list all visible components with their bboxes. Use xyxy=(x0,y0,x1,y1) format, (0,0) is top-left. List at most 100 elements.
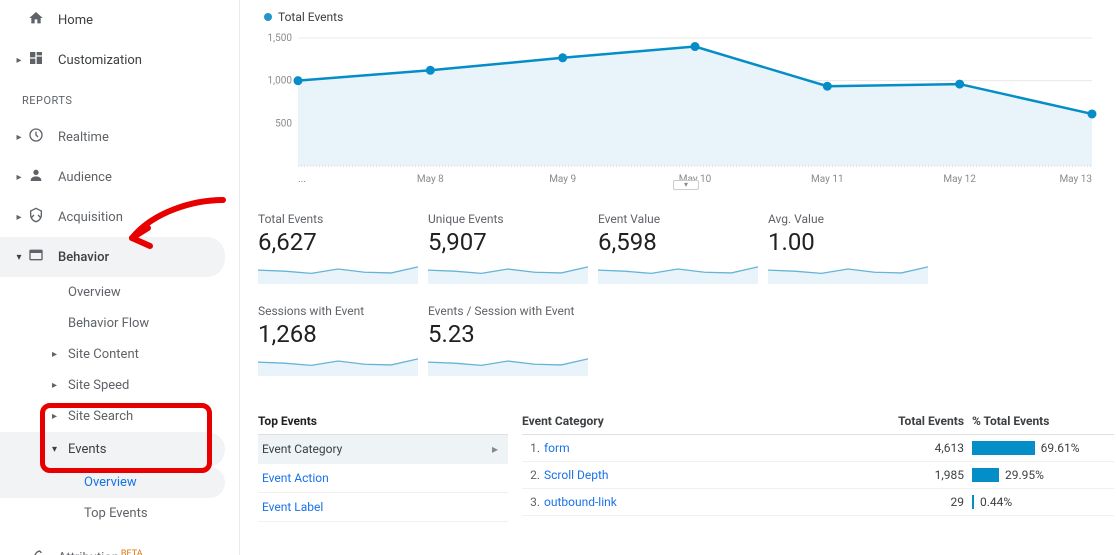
reports-header: REPORTS xyxy=(0,80,239,117)
beta-badge: BETA xyxy=(121,549,143,555)
metric-sessions-with-event[interactable]: Sessions with Event1,268 xyxy=(258,304,418,380)
nav-customization-label: Customization xyxy=(58,53,142,68)
table-row: 3. outbound-link 29 0.44% xyxy=(522,489,1114,516)
dimension-label: Event Action xyxy=(262,471,329,485)
chart-legend[interactable]: Total Events xyxy=(258,0,1114,28)
behavior-icon xyxy=(24,247,48,267)
caret-icon: ▸ xyxy=(52,411,62,422)
sparkline xyxy=(258,260,418,284)
dashboard-icon xyxy=(24,50,48,70)
th-total-events[interactable]: Total Events xyxy=(854,414,964,428)
row-category-link[interactable]: outbound-link xyxy=(544,495,854,509)
svg-text:1,500: 1,500 xyxy=(268,33,293,44)
nav-home[interactable]: Home xyxy=(0,0,239,40)
legend-dot-icon xyxy=(264,13,272,21)
svg-text:...: ... xyxy=(298,174,306,185)
svg-text:May 9: May 9 xyxy=(549,174,576,185)
metric-unique-events[interactable]: Unique Events5,907 xyxy=(428,212,588,288)
dimension-row[interactable]: Event Category ▸ xyxy=(258,435,508,464)
svg-text:May 11: May 11 xyxy=(811,174,844,185)
sub-site-search[interactable]: ▸Site Search xyxy=(0,401,239,432)
sparkline xyxy=(428,260,588,284)
row-index: 3. xyxy=(522,495,544,509)
th-category[interactable]: Event Category xyxy=(522,414,854,428)
nav-behavior[interactable]: ▾ Behavior xyxy=(0,237,225,277)
pct-text: 0.44% xyxy=(980,495,1012,509)
main-content: Total Events 500 1,000 1,500... May 8 May 9 M… xyxy=(240,0,1116,555)
pct-text: 69.61% xyxy=(1041,441,1080,455)
events-table: Event Category Total Events % Total Even… xyxy=(522,408,1114,522)
sub-events[interactable]: ▾Events xyxy=(0,432,225,467)
row-pct: 29.95% xyxy=(964,468,1114,482)
metric-avg-value[interactable]: Avg. Value1.00 xyxy=(768,212,928,288)
caret-icon: ▸ xyxy=(52,349,62,360)
home-icon xyxy=(24,10,48,30)
sparkline xyxy=(598,260,758,284)
nav-audience-label: Audience xyxy=(58,170,112,185)
nav-behavior-label: Behavior xyxy=(58,250,109,265)
caret-down-icon: ▾ xyxy=(52,444,62,455)
svg-text:1,000: 1,000 xyxy=(268,76,293,87)
table-row: 1. form 4,613 69.61% xyxy=(522,435,1114,462)
row-total: 4,613 xyxy=(854,441,964,455)
caret-icon: ▸ xyxy=(14,55,24,66)
nav-attribution[interactable]: AttributionBETA xyxy=(0,537,239,555)
sub-overview[interactable]: Overview xyxy=(0,277,239,308)
nav-audience[interactable]: ▸ Audience xyxy=(0,157,239,197)
nav-acquisition[interactable]: ▸ Acquisition xyxy=(0,197,239,237)
nav-customization[interactable]: ▸ Customization xyxy=(0,40,239,80)
svg-text:May 8: May 8 xyxy=(417,174,444,185)
th-pct-events[interactable]: % Total Events xyxy=(964,414,1114,428)
sub-behavior-flow[interactable]: Behavior Flow xyxy=(0,308,239,339)
row-total: 29 xyxy=(854,495,964,509)
row-category-link[interactable]: Scroll Depth xyxy=(544,468,854,482)
metric-event-value[interactable]: Event Value6,598 xyxy=(598,212,758,288)
dimension-label: Event Label xyxy=(262,500,323,514)
row-category-link[interactable]: form xyxy=(544,441,854,455)
dimension-row[interactable]: Event Action xyxy=(258,464,508,493)
metric-total-events[interactable]: Total Events6,627 xyxy=(258,212,418,288)
row-pct: 69.61% xyxy=(964,441,1114,455)
main-chart[interactable]: 5001,0001,500...May 8May 9May 10May 11Ma… xyxy=(258,28,1114,188)
pct-bar xyxy=(972,495,974,509)
row-index: 1. xyxy=(522,441,544,455)
caret-down-icon: ▾ xyxy=(14,252,24,263)
sub-events-overview[interactable]: Overview xyxy=(0,467,225,498)
sub-events-top[interactable]: Top Events xyxy=(0,498,239,529)
nav-acquisition-label: Acquisition xyxy=(58,210,123,225)
caret-icon: ▸ xyxy=(14,212,24,223)
caret-icon: ▸ xyxy=(52,380,62,391)
nav-realtime[interactable]: ▸ Realtime xyxy=(0,117,239,157)
nav-realtime-label: Realtime xyxy=(58,130,109,145)
sub-site-content[interactable]: ▸Site Content xyxy=(0,339,239,370)
sidebar: Home ▸ Customization REPORTS ▸ Realtime … xyxy=(0,0,240,555)
nav-attribution-label: AttributionBETA xyxy=(58,549,143,555)
person-icon xyxy=(24,167,48,187)
caret-icon: ▸ xyxy=(14,132,24,143)
dimension-selector: Top Events Event Category ▸ Event Action Ev… xyxy=(258,408,508,522)
sparkline xyxy=(428,352,588,376)
chevron-right-icon: ▸ xyxy=(492,442,498,456)
svg-text:May 12: May 12 xyxy=(943,174,976,185)
sub-site-speed[interactable]: ▸Site Speed xyxy=(0,370,239,401)
pct-bar xyxy=(972,441,1035,455)
top-events-header: Top Events xyxy=(258,408,508,435)
pct-bar xyxy=(972,468,999,482)
sparkline xyxy=(768,260,928,284)
acquisition-icon xyxy=(24,207,48,227)
svg-text:500: 500 xyxy=(275,118,292,129)
attribution-icon xyxy=(24,547,48,555)
metric-events-per-session[interactable]: Events / Session with Event5.23 xyxy=(428,304,608,380)
row-index: 2. xyxy=(522,468,544,482)
svg-text:May 13: May 13 xyxy=(1059,174,1092,185)
row-total: 1,985 xyxy=(854,468,964,482)
caret-icon: ▸ xyxy=(14,172,24,183)
table-row: 2. Scroll Depth 1,985 29.95% xyxy=(522,462,1114,489)
pct-text: 29.95% xyxy=(1005,468,1044,482)
row-pct: 0.44% xyxy=(964,495,1114,509)
dimension-row[interactable]: Event Label xyxy=(258,493,508,522)
dimension-label: Event Category xyxy=(262,442,342,456)
nav-home-label: Home xyxy=(58,13,93,28)
sparkline xyxy=(258,352,418,376)
chart-handle-icon[interactable]: ▾ xyxy=(673,180,699,190)
